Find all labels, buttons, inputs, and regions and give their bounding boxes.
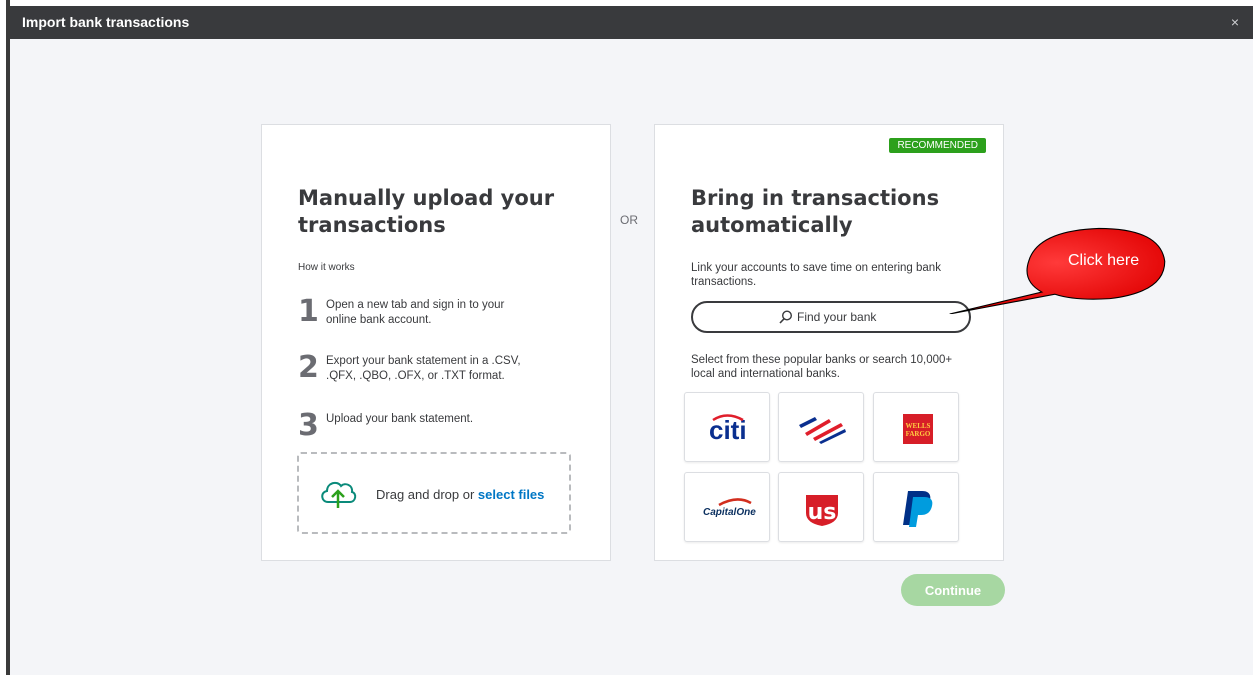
callout-text: Click here (1068, 252, 1140, 269)
callout-bubble (949, 227, 1166, 314)
dialog-titlebar: Import bank transactions × (10, 6, 1253, 39)
step-text: Open a new tab and sign in to your online… (326, 299, 505, 326)
step-text: Export your bank statement in a .CSV, .QF… (326, 355, 521, 382)
bank-of-america-logo-icon (799, 417, 846, 444)
close-icon[interactable]: × (1231, 14, 1239, 30)
capital-one-logo-icon: CapitalOne (703, 498, 756, 518)
dialog-content: Manually upload your transactions How it… (10, 39, 1253, 675)
svg-text:WELLS: WELLS (906, 422, 931, 430)
select-files-link[interactable]: select files (478, 487, 545, 502)
wells-fargo-logo-icon: WELLS FARGO (903, 414, 933, 444)
paypal-logo-icon (903, 491, 933, 527)
bank-tile-bank-of-america[interactable] (778, 392, 864, 462)
search-icon (779, 310, 793, 324)
or-divider: OR (620, 213, 638, 227)
popular-banks-description: Select from these popular banks or searc… (691, 354, 953, 380)
auto-connect-card: RECOMMENDED Bring in transactions automa… (654, 124, 1004, 561)
svg-text:CapitalOne: CapitalOne (703, 507, 756, 518)
us-bank-logo-icon: us (806, 495, 838, 526)
how-it-works-label: How it works (298, 262, 355, 273)
step-number: 2 (298, 350, 319, 385)
citi-logo-icon: citi (709, 414, 747, 445)
step-number: 1 (298, 294, 319, 329)
bank-tile-us-bank[interactable]: us (778, 472, 864, 542)
svg-text:FARGO: FARGO (906, 430, 931, 438)
bank-tile-wells-fargo[interactable]: WELLS FARGO (873, 392, 959, 462)
svg-text:us: us (808, 500, 837, 525)
bank-tile-citi[interactable]: citi (684, 392, 770, 462)
bank-tile-paypal[interactable] (873, 472, 959, 542)
dialog-title: Import bank transactions (22, 14, 190, 30)
cloud-upload-icon (321, 481, 357, 508)
continue-button[interactable]: Continue (901, 574, 1005, 606)
step-number: 3 (298, 408, 319, 443)
recommended-badge: RECOMMENDED (889, 138, 986, 153)
manual-upload-heading: Manually upload your transactions (298, 186, 555, 237)
manual-upload-card: Manually upload your transactions How it… (261, 124, 611, 561)
file-drop-zone[interactable]: Drag and drop or select files (297, 452, 571, 534)
bank-tile-capital-one[interactable]: CapitalOne (684, 472, 770, 542)
drop-zone-text: Drag and drop or select files (376, 487, 545, 502)
step-text: Upload your bank statement. (326, 413, 474, 425)
